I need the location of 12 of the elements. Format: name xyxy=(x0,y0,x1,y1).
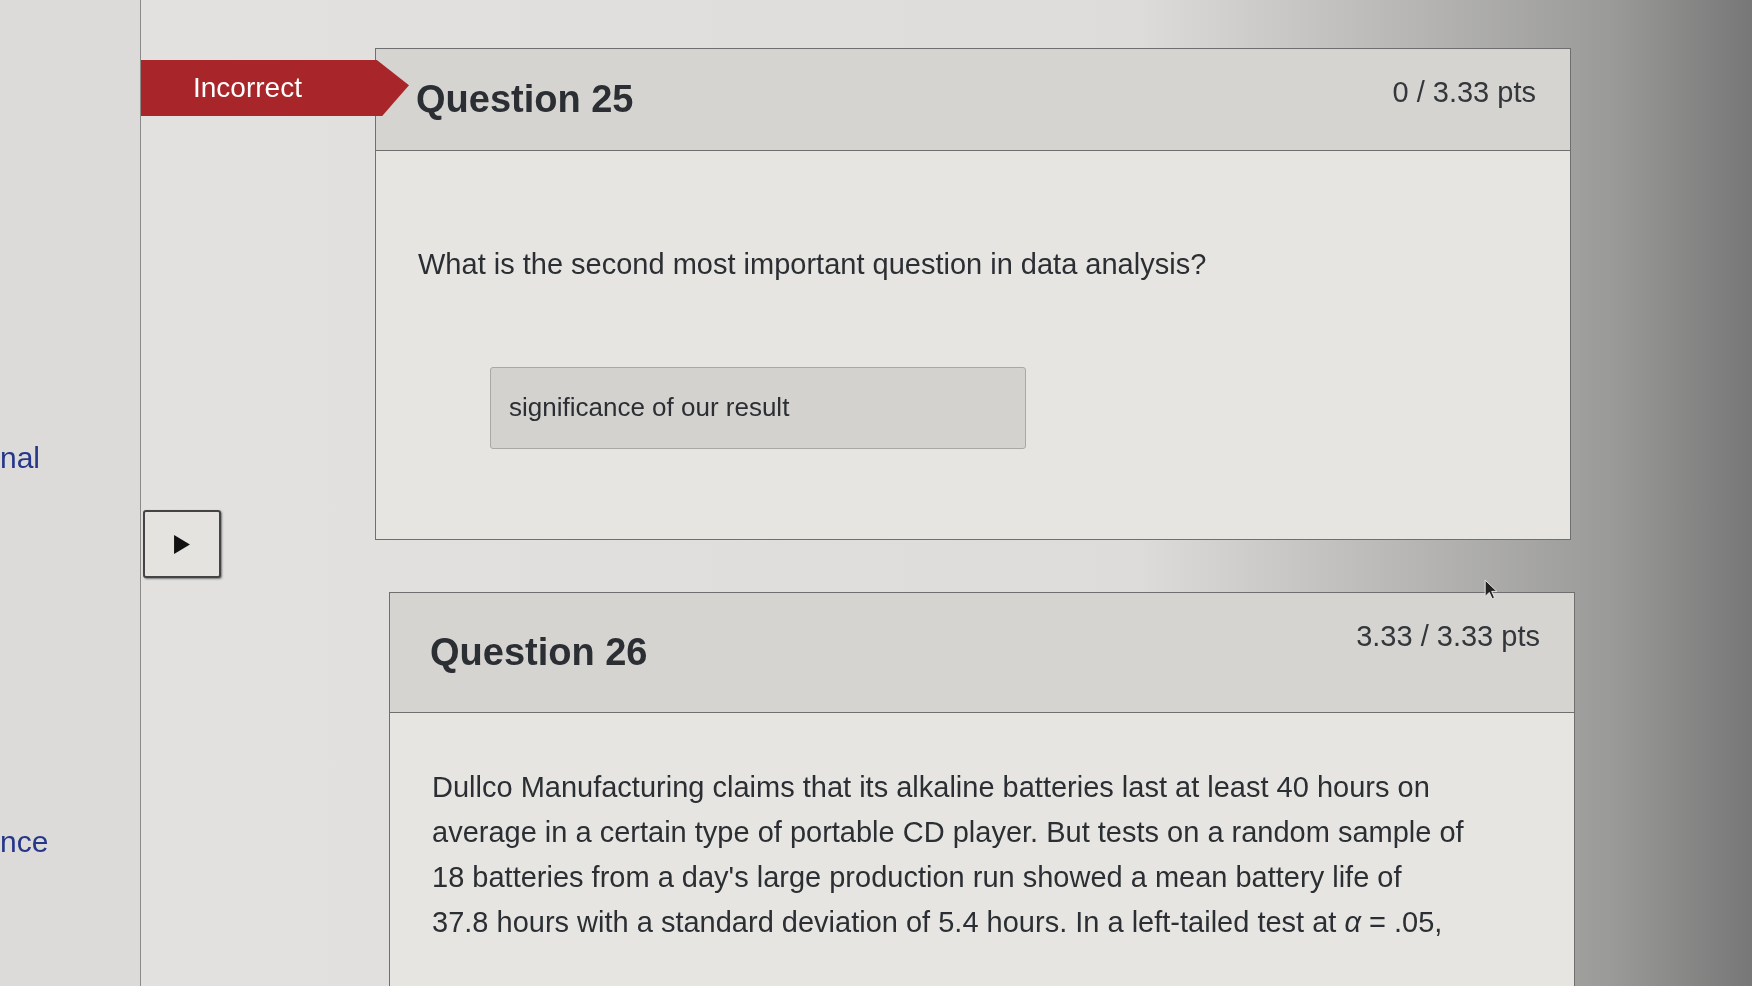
sidebar-link[interactable]: nal xyxy=(0,436,41,480)
sidebar-link[interactable]: nce xyxy=(0,820,49,864)
points-text: 3.33 / 3.33 pts xyxy=(1356,619,1540,654)
question-title: Question 25 xyxy=(416,77,634,122)
points-text: 0 / 3.33 pts xyxy=(1392,75,1536,110)
play-icon xyxy=(174,534,190,554)
question-title: Question 26 xyxy=(430,630,648,675)
result-ribbon: Incorrect xyxy=(141,60,409,116)
question-text: Dullco Manufacturing claims that its alkaline batteries last at least 40 hours on average in a certain type of portable CD player. But tests on a random sample of 18 batteries from a day's large production run showed a mean battery life of 37.8 hours with a standard deviation of 5.4 hours. In a left-tailed test at α = .05, xyxy=(432,770,1464,940)
answer-box: significance of our result xyxy=(490,366,1026,449)
play-button[interactable] xyxy=(143,510,221,578)
question-text: What is the second most important question in data analysis? xyxy=(418,247,1207,282)
